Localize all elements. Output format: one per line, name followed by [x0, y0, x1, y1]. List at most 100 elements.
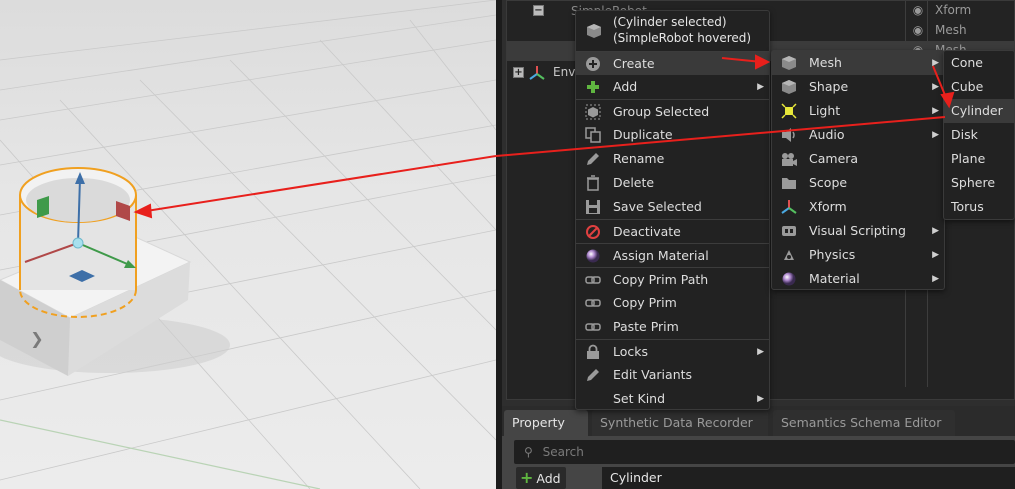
submenu-arrow-icon: ▶ [757, 82, 764, 92]
submenu-arrow-icon: ▶ [932, 82, 939, 92]
context-menu: (Cylinder selected) (SimpleRobot hovered… [575, 10, 770, 410]
menu-item-assign-material[interactable]: Assign Material [576, 243, 769, 267]
menu-item-label: Save Selected [613, 199, 702, 214]
trash-icon [587, 175, 599, 191]
menu-item-label: Cone [951, 55, 983, 70]
menu-item-plane[interactable]: Plane [944, 147, 1014, 171]
submenu-arrow-icon: ▶ [757, 347, 764, 357]
pencil-icon [587, 153, 599, 165]
submenu-arrow-icon: ▶ [932, 130, 939, 140]
menu-item-torus[interactable]: Torus [944, 195, 1014, 219]
menu-item-camera[interactable]: Camera [772, 147, 944, 171]
menu-item-label: Paste Prim [613, 319, 679, 334]
material-sphere-icon [782, 272, 796, 286]
menu-item-mesh[interactable]: Mesh ▶ [772, 51, 944, 75]
menu-item-audio[interactable]: Audio ▶ [772, 123, 944, 147]
menu-item-scope[interactable]: Scope [772, 171, 944, 195]
menu-item-material[interactable]: Material ▶ [772, 267, 944, 291]
menu-item-disk[interactable]: Disk [944, 123, 1014, 147]
add-button[interactable]: + Add [516, 467, 566, 489]
chevron-right-icon[interactable]: ❯ [28, 328, 46, 350]
search-field[interactable]: ⚲ Search [514, 440, 1015, 464]
save-icon [586, 200, 600, 214]
menu-item-add[interactable]: Add ▶ [576, 75, 769, 99]
menu-item-group-selected[interactable]: Group Selected [576, 99, 769, 123]
menu-item-label: Camera [809, 151, 859, 166]
create-submenu: Mesh ▶ Shape ▶ Light ▶ Audio ▶ Camera Sc… [771, 50, 945, 290]
camera-icon [782, 153, 797, 166]
menu-item-label: Duplicate [613, 127, 673, 142]
eye-icon[interactable]: ◉ [911, 3, 925, 17]
menu-item-label: Locks [613, 344, 649, 359]
menu-item-label: Torus [951, 199, 984, 214]
menu-item-physics[interactable]: Physics ▶ [772, 243, 944, 267]
link-icon [585, 299, 601, 307]
annotation-arrow [133, 155, 496, 219]
menu-item-label: Copy Prim Path [613, 272, 709, 287]
tab-semantics-schema-editor[interactable]: Semantics Schema Editor [773, 410, 955, 436]
search-icon: ⚲ [524, 445, 533, 459]
menu-item-label: Sphere [951, 175, 996, 190]
search-placeholder: Search [542, 445, 584, 459]
deactivate-icon [586, 225, 600, 239]
submenu-arrow-icon: ▶ [757, 394, 764, 404]
menu-item-set-kind[interactable]: Set Kind ▶ [576, 387, 769, 411]
menu-item-label: Xform [809, 199, 847, 214]
menu-item-delete[interactable]: Delete [576, 171, 769, 195]
menu-item-light[interactable]: Light ▶ [772, 99, 944, 123]
menu-item-paste-prim[interactable]: Paste Prim [576, 315, 769, 339]
tab-property[interactable]: Property [504, 410, 588, 436]
cube-icon [587, 24, 601, 38]
cube-icon [782, 80, 796, 94]
expand-icon[interactable]: + [513, 67, 524, 78]
scene-view[interactable] [0, 0, 496, 489]
menu-item-rename[interactable]: Rename [576, 147, 769, 171]
light-icon [781, 103, 797, 119]
menu-item-label: Assign Material [613, 248, 709, 263]
xform-axes-icon [781, 200, 797, 214]
menu-item-shape[interactable]: Shape ▶ [772, 75, 944, 99]
menu-item-label: Audio [809, 127, 845, 142]
context-menu-header: (Cylinder selected) (SimpleRobot hovered… [576, 11, 769, 49]
tree-row-type: Mesh [935, 23, 967, 37]
menu-item-deactivate[interactable]: Deactivate [576, 219, 769, 243]
viewport[interactable]: ❯ [0, 0, 496, 489]
menu-item-create[interactable]: Create ▶ [576, 51, 769, 75]
submenu-arrow-icon: ▶ [932, 250, 939, 260]
collapse-icon[interactable]: − [533, 5, 544, 16]
menu-item-label: Shape [809, 79, 849, 94]
plus-circle-icon [586, 57, 600, 71]
menu-item-label: Copy Prim [613, 295, 677, 310]
menu-item-cylinder[interactable]: Cylinder [944, 99, 1014, 123]
menu-item-label: Material [809, 271, 860, 286]
menu-item-locks[interactable]: Locks ▶ [576, 339, 769, 363]
menu-item-xform[interactable]: Xform [772, 195, 944, 219]
prim-name-field[interactable]: Cylinder [602, 467, 1015, 489]
menu-item-save-selected[interactable]: Save Selected [576, 195, 769, 219]
menu-item-visual-scripting[interactable]: Visual Scripting ▶ [772, 219, 944, 243]
menu-item-label: Mesh [809, 55, 842, 70]
menu-item-copy-prim[interactable]: Copy Prim [576, 291, 769, 315]
property-body: ⚲ Search + Add Cylinder [502, 436, 1015, 489]
menu-item-duplicate[interactable]: Duplicate [576, 123, 769, 147]
menu-item-label: Delete [613, 175, 655, 190]
eye-icon[interactable]: ◉ [911, 23, 925, 37]
menu-item-cube[interactable]: Cube [944, 75, 1014, 99]
menu-item-edit-variants[interactable]: Edit Variants [576, 363, 769, 387]
menu-item-copy-prim-path[interactable]: Copy Prim Path [576, 267, 769, 291]
folder-icon [782, 178, 796, 189]
menu-item-sphere[interactable]: Sphere [944, 171, 1014, 195]
cube-icon [782, 56, 796, 70]
menu-item-label: Edit Variants [613, 367, 693, 382]
menu-item-cone[interactable]: Cone [944, 51, 1014, 75]
header-selected: (Cylinder selected) [613, 15, 727, 29]
submenu-arrow-icon: ▶ [757, 59, 764, 69]
tree-row-type: Xform [935, 3, 972, 17]
link-icon [585, 276, 601, 284]
link-icon [585, 323, 601, 331]
tab-synthetic-data-recorder[interactable]: Synthetic Data Recorder [592, 410, 768, 436]
submenu-arrow-icon: ▶ [932, 58, 939, 68]
property-panel: Property Synthetic Data Recorder Semanti… [502, 406, 1015, 489]
submenu-arrow-icon: ▶ [932, 106, 939, 116]
submenu-arrow-icon: ▶ [932, 226, 939, 236]
